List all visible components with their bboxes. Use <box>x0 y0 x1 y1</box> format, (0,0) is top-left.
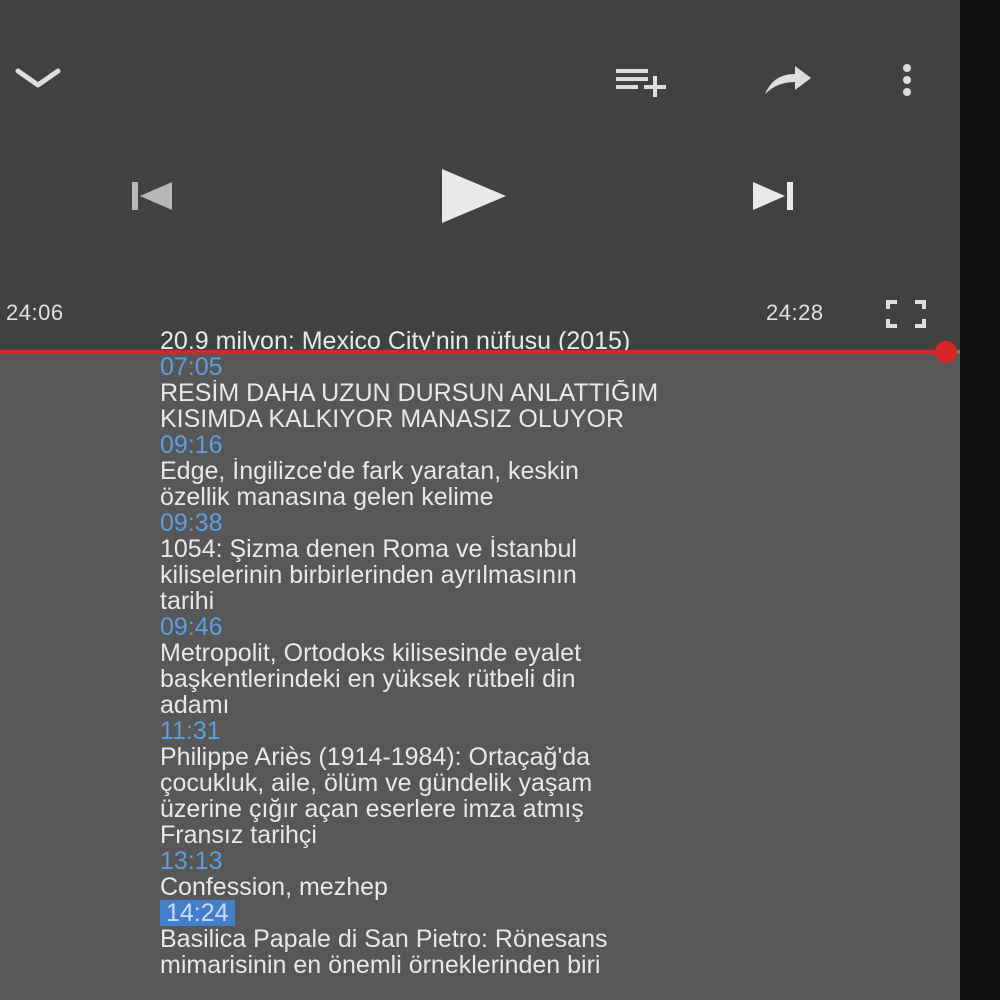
timestamp-link[interactable]: 09:38 <box>160 510 920 536</box>
fullscreen-icon <box>886 300 926 328</box>
skip-previous-icon <box>132 182 172 210</box>
total-duration: 24:28 <box>766 300 824 325</box>
share-icon <box>765 66 811 94</box>
progress-bar[interactable] <box>0 341 960 363</box>
timestamp-link[interactable]: 09:16 <box>160 432 920 458</box>
progress-scrubber-handle[interactable] <box>934 341 957 363</box>
timestamp-text[interactable]: 13:13 <box>160 848 223 874</box>
skip-next-icon <box>753 182 793 210</box>
description-line: Edge, İngilizce'de fark yaratan, keskin <box>160 458 579 484</box>
timestamp-link[interactable]: 11:31 <box>160 718 920 744</box>
video-description: 20.9 milyon: Mexico City'nin nüfusu (201… <box>160 328 920 1000</box>
description-line: KISIMDA KALKIYOR MANASIZ OLUYOR <box>160 406 625 432</box>
timestamp-link[interactable]: 09:46 <box>160 614 920 640</box>
timestamp-link[interactable]: 07:05 <box>160 354 920 380</box>
share-button[interactable] <box>755 58 819 102</box>
description-line: tarihi <box>160 588 215 614</box>
description-line: Basilica Papale di San Pietro: Rönesans <box>160 926 608 952</box>
progress-fill <box>0 350 946 354</box>
collapse-button[interactable] <box>10 56 66 100</box>
video-player[interactable]: 24:06 24:28 <box>0 0 960 352</box>
phone-screen: 24:06 24:28 20.9 milyon: Mexico City'nin… <box>0 0 1000 1000</box>
chevron-down-icon <box>15 68 61 88</box>
description-line: üzerine çığır açan eserlere imza atmış <box>160 796 584 822</box>
description-line: Confession, mezhep <box>160 874 388 900</box>
screen-edge <box>960 0 1000 1000</box>
timestamp-text[interactable]: 09:38 <box>160 510 223 536</box>
play-icon <box>442 169 506 223</box>
description-line: özellik manasına gelen kelime <box>160 484 494 510</box>
description-line: Philippe Ariès (1914-1984): Ortaçağ'da <box>160 744 591 770</box>
timestamp-text[interactable]: 09:46 <box>160 614 223 640</box>
description-line: RESİM DAHA UZUN DURSUN ANLATTIĞIM <box>160 380 659 406</box>
more-options-button[interactable] <box>885 58 929 102</box>
description-line: 1054: Şizma denen Roma ve İstanbul <box>160 536 577 562</box>
previous-button[interactable] <box>110 166 190 226</box>
more-vertical-icon <box>903 64 911 96</box>
timestamp-text[interactable]: 07:05 <box>160 354 223 380</box>
add-to-queue-button[interactable] <box>610 58 674 102</box>
video-app: 24:06 24:28 20.9 milyon: Mexico City'nin… <box>0 0 960 1000</box>
next-button[interactable] <box>735 166 815 226</box>
description-line: adamı <box>160 692 230 718</box>
timestamp-text[interactable]: 11:31 <box>160 718 221 744</box>
description-line: mimarisinin en önemli örneklerinden biri <box>160 952 601 978</box>
description-line: kiliselerinin birbirlerinden ayrılmasını… <box>160 562 577 588</box>
description-line: çocukluk, aile, ölüm ve gündelik yaşam <box>160 770 593 796</box>
timestamp-text[interactable]: 14:24 <box>160 900 235 926</box>
add-to-queue-icon <box>616 69 666 97</box>
timestamp-link[interactable]: 13:13 <box>160 848 920 874</box>
play-button[interactable] <box>420 160 520 232</box>
description-line: Metropolit, Ortodoks kilisesinde eyalet <box>160 640 582 666</box>
timestamp-text[interactable]: 09:16 <box>160 432 223 458</box>
description-line: başkentlerindeki en yüksek rütbeli din <box>160 666 576 692</box>
description-line: Fransız tarihçi <box>160 822 317 848</box>
timestamp-link-selected[interactable]: 14:24 <box>160 900 920 926</box>
current-time: 24:06 <box>6 300 64 325</box>
